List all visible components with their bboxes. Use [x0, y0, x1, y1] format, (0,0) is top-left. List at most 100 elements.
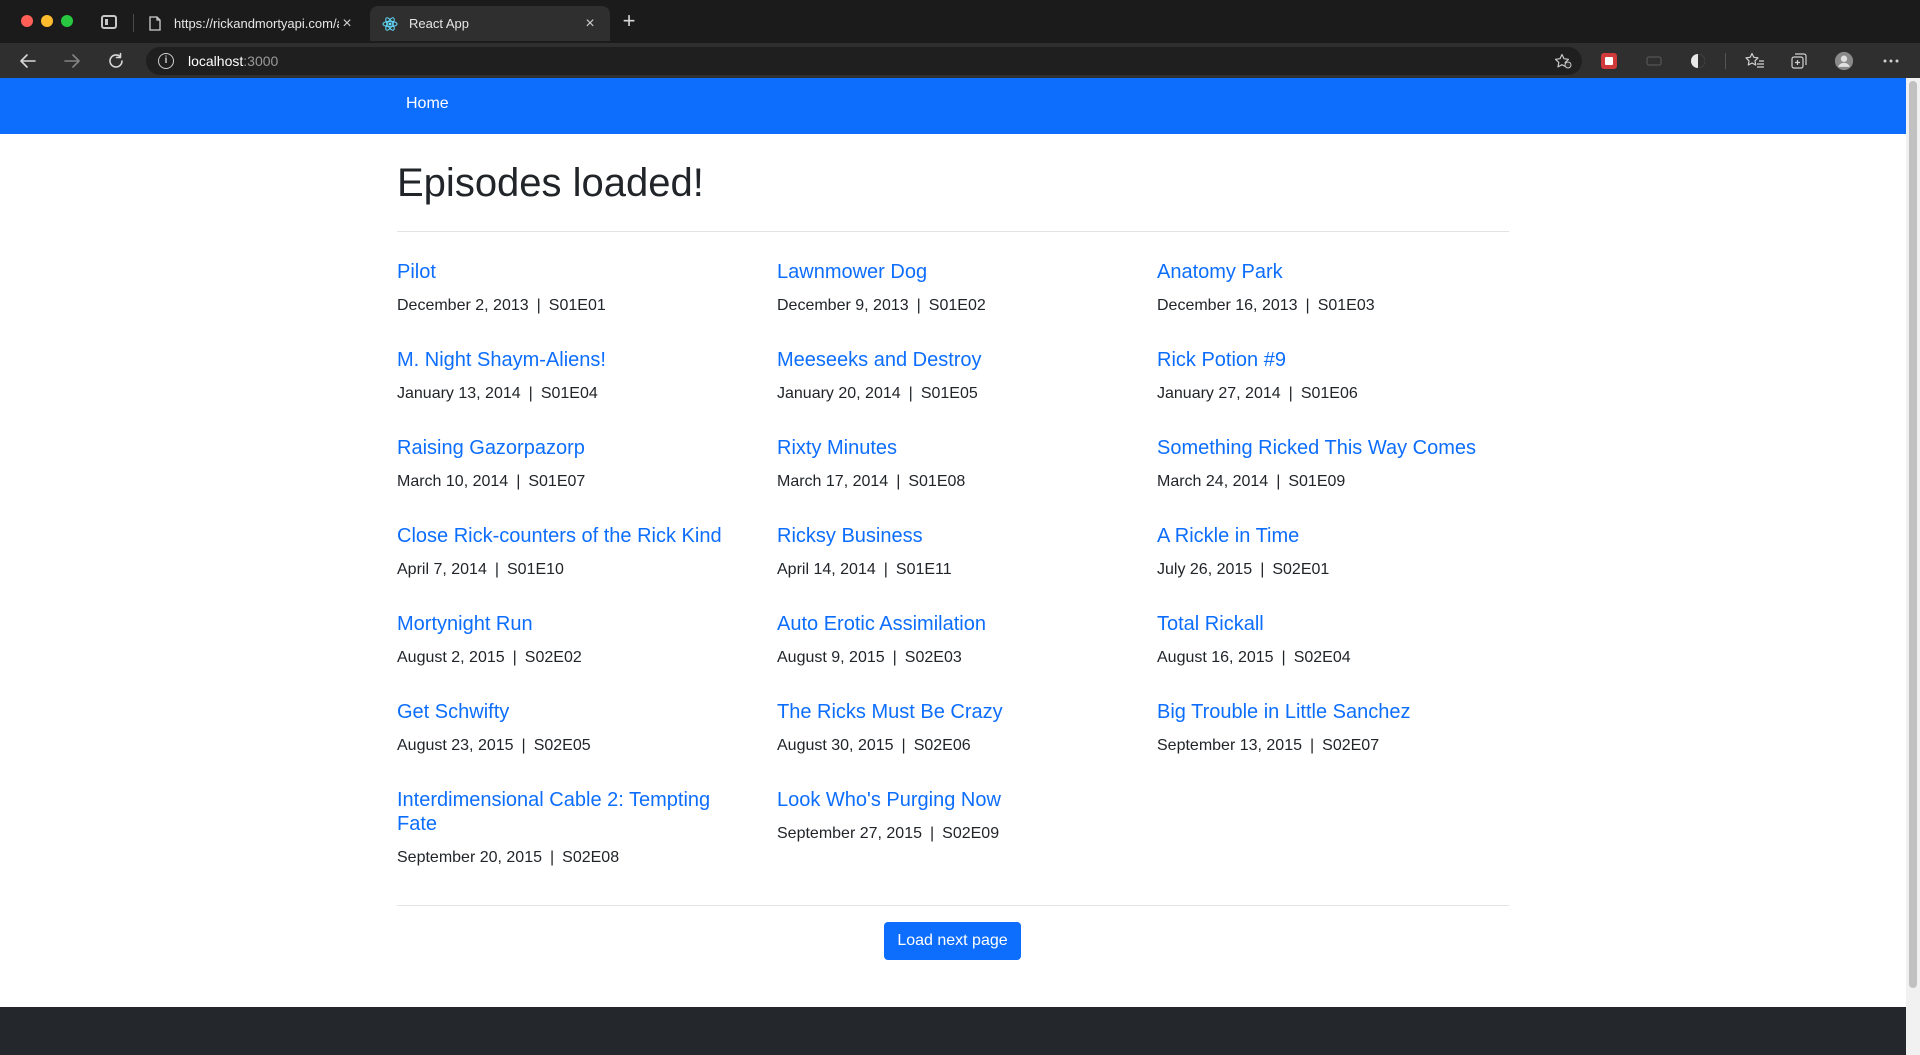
episode-item: Total Rickall August 16, 2015 | S02E04 — [1157, 612, 1497, 668]
episode-meta: January 27, 2014 | S01E06 — [1157, 384, 1497, 404]
extension-icon[interactable] — [1644, 51, 1664, 71]
minimize-window-button[interactable] — [41, 15, 53, 27]
episode-title-link[interactable]: The Ricks Must Be Crazy — [777, 700, 1117, 724]
meta-separator: | — [896, 473, 901, 490]
favorites-icon[interactable] — [1745, 51, 1765, 71]
episode-code: S01E10 — [507, 561, 564, 578]
episode-title-link[interactable]: Rixty Minutes — [777, 436, 1117, 460]
browser-tab-api[interactable]: https://rickandmortyapi.com/api/episode … — [135, 6, 367, 41]
episode-title-link[interactable]: Interdimensional Cable 2: Tempting Fate — [397, 788, 737, 836]
episode-meta: March 24, 2014 | S01E09 — [1157, 472, 1497, 492]
episode-item: Mortynight Run August 2, 2015 | S02E02 — [397, 612, 737, 668]
episode-meta: August 9, 2015 | S02E03 — [777, 648, 1117, 668]
back-arrow-icon[interactable] — [17, 50, 39, 72]
episode-item: M. Night Shaym-Aliens! January 13, 2014 | S… — [397, 348, 737, 404]
close-tab-icon[interactable]: × — [339, 15, 355, 32]
reload-icon[interactable] — [105, 50, 127, 72]
episode-title-link[interactable]: Total Rickall — [1157, 612, 1497, 636]
episode-code: S01E02 — [928, 297, 986, 314]
episode-air-date: January 13, 2014 — [397, 385, 521, 402]
divider — [397, 231, 1509, 232]
more-options-icon[interactable] — [1881, 51, 1901, 71]
episode-air-date: July 26, 2015 — [1157, 561, 1253, 578]
episode-air-date: August 2, 2015 — [397, 649, 505, 666]
episode-code: S02E06 — [913, 737, 971, 754]
collections-icon[interactable] — [1789, 51, 1809, 71]
episode-air-date: August 9, 2015 — [777, 649, 885, 666]
meta-separator: | — [908, 385, 913, 402]
episode-title-link[interactable]: A Rickle in Time — [1157, 524, 1497, 548]
meta-separator: | — [494, 561, 499, 578]
episode-title-link[interactable]: Close Rick-counters of the Rick Kind — [397, 524, 737, 548]
extension-icon[interactable] — [1688, 51, 1708, 71]
meta-separator: | — [1288, 385, 1293, 402]
episode-title-link[interactable]: Mortynight Run — [397, 612, 737, 636]
episode-title-link[interactable]: Look Who's Purging Now — [777, 788, 1117, 812]
vertical-scrollbar[interactable] — [1906, 78, 1920, 1055]
episode-meta: April 7, 2014 | S01E10 — [397, 560, 737, 580]
episode-title-link[interactable]: Anatomy Park — [1157, 260, 1497, 284]
extension-icon[interactable] — [1599, 51, 1619, 71]
episode-title-link[interactable]: Auto Erotic Assimilation — [777, 612, 1117, 636]
episode-air-date: September 27, 2015 — [777, 825, 922, 842]
episode-title-link[interactable]: Meeseeks and Destroy — [777, 348, 1117, 372]
page-footer — [0, 1007, 1906, 1055]
episode-title-link[interactable]: Raising Gazorpazorp — [397, 436, 737, 460]
episode-code: S02E04 — [1293, 649, 1351, 666]
site-info-icon[interactable]: i — [158, 53, 174, 69]
episode-title-link[interactable]: Pilot — [397, 260, 737, 284]
meta-separator: | — [930, 825, 935, 842]
episode-title-link[interactable]: Something Ricked This Way Comes — [1157, 436, 1497, 460]
episode-code: S01E01 — [548, 297, 606, 314]
episode-item: Something Ricked This Way Comes March 24,… — [1157, 436, 1497, 492]
episode-item: Big Trouble in Little Sanchez September 1… — [1157, 700, 1497, 756]
meta-separator: | — [1281, 649, 1286, 666]
episode-code: S01E08 — [908, 473, 966, 490]
episode-title-link[interactable]: Get Schwifty — [397, 700, 737, 724]
top-navbar: Home — [0, 78, 1906, 134]
address-bar[interactable]: i localhost:3000 — [146, 47, 1582, 75]
new-tab-icon[interactable]: + — [619, 10, 639, 32]
meta-separator: | — [512, 649, 517, 666]
episode-item: Pilot December 2, 2013 | S01E01 — [397, 260, 737, 316]
episode-meta: March 10, 2014 | S01E07 — [397, 472, 737, 492]
maximize-window-button[interactable] — [61, 15, 73, 27]
episode-air-date: April 7, 2014 — [397, 561, 487, 578]
browser-tab-react-app[interactable]: React App × — [370, 6, 610, 41]
episode-item: Rick Potion #9 January 27, 2014 | S01E06 — [1157, 348, 1497, 404]
episode-title-link[interactable]: Rick Potion #9 — [1157, 348, 1497, 372]
tab-title: https://rickandmortyapi.com/api/episode — [174, 16, 339, 31]
meta-separator: | — [521, 737, 526, 754]
meta-separator: | — [1260, 561, 1265, 578]
close-window-button[interactable] — [21, 15, 33, 27]
episode-air-date: August 30, 2015 — [777, 737, 894, 754]
forward-arrow-icon[interactable] — [61, 50, 83, 72]
tab-divider — [133, 14, 134, 32]
add-favorite-icon[interactable] — [1554, 53, 1572, 69]
episode-air-date: March 17, 2014 — [777, 473, 889, 490]
episode-meta: September 13, 2015 | S02E07 — [1157, 736, 1497, 756]
episode-code: S01E06 — [1300, 385, 1358, 402]
episode-code: S01E09 — [1288, 473, 1346, 490]
episode-air-date: September 20, 2015 — [397, 849, 542, 866]
episode-item: Interdimensional Cable 2: Tempting Fate S… — [397, 788, 737, 868]
sidebar-toggle-icon[interactable] — [101, 15, 117, 29]
meta-separator: | — [892, 649, 897, 666]
episode-title-link[interactable]: Ricksy Business — [777, 524, 1117, 548]
episode-item: The Ricks Must Be Crazy August 30, 2015 | S… — [777, 700, 1117, 756]
episode-title-link[interactable]: M. Night Shaym-Aliens! — [397, 348, 737, 372]
episode-meta: September 27, 2015 | S02E09 — [777, 824, 1117, 844]
url-port: :3000 — [243, 53, 279, 69]
episode-air-date: March 10, 2014 — [397, 473, 509, 490]
nav-home-link[interactable]: Home — [406, 95, 449, 113]
episode-code: S01E11 — [895, 561, 952, 578]
scrollbar-thumb[interactable] — [1909, 81, 1917, 988]
episode-code: S02E09 — [942, 825, 1000, 842]
close-tab-icon[interactable]: × — [582, 15, 598, 32]
meta-separator: | — [536, 297, 541, 314]
episode-title-link[interactable]: Big Trouble in Little Sanchez — [1157, 700, 1497, 724]
load-next-page-button[interactable]: Load next page — [884, 922, 1021, 960]
episode-air-date: August 23, 2015 — [397, 737, 514, 754]
profile-avatar-icon[interactable] — [1834, 51, 1854, 71]
episode-title-link[interactable]: Lawnmower Dog — [777, 260, 1117, 284]
